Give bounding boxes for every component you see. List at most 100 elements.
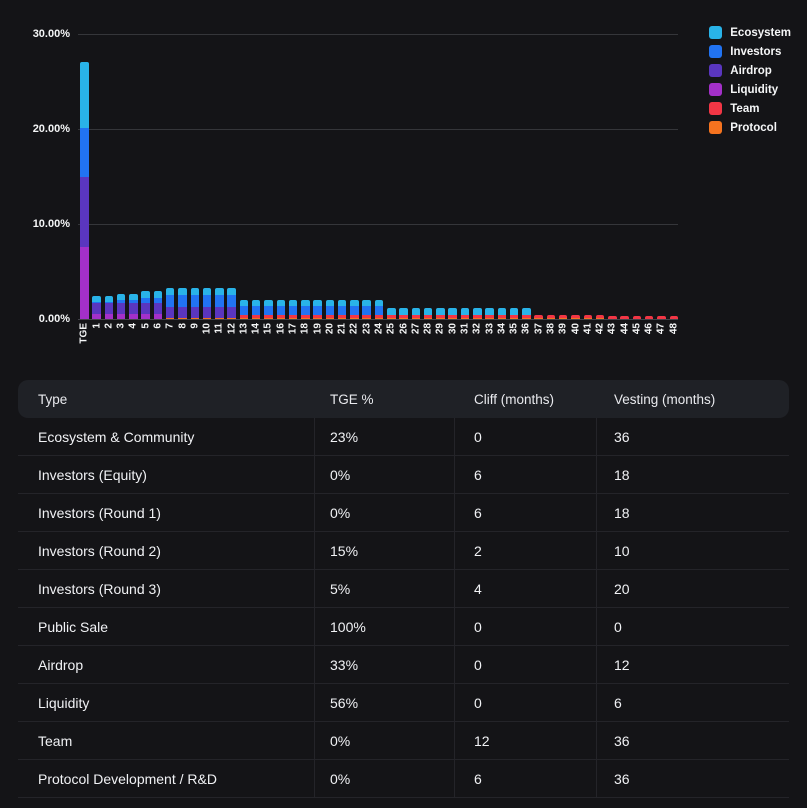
x-tick-label: 4 bbox=[129, 322, 138, 378]
bar-16[interactable] bbox=[277, 300, 286, 319]
bar-14[interactable] bbox=[252, 300, 261, 319]
bar-segment-liquidity bbox=[129, 314, 138, 319]
table-row: Investors (Round 2)15%210 bbox=[18, 532, 789, 570]
x-tick-label: 24 bbox=[375, 322, 384, 378]
x-tick-label: 47 bbox=[657, 322, 666, 378]
legend-swatch-icon bbox=[709, 83, 722, 96]
bar-segment-ecosystem bbox=[227, 288, 236, 295]
bar-3[interactable] bbox=[117, 294, 126, 319]
bar-segment-protocol bbox=[436, 318, 445, 319]
bar-17[interactable] bbox=[289, 300, 298, 319]
value-cell: 0 bbox=[597, 608, 789, 645]
bar-segment-airdrop bbox=[203, 307, 212, 318]
bar-28[interactable] bbox=[424, 308, 433, 319]
x-tick-label: 27 bbox=[412, 322, 421, 378]
table-header-row: TypeTGE %Cliff (months)Vesting (months) bbox=[18, 380, 789, 418]
bar-19[interactable] bbox=[313, 300, 322, 319]
bar-36[interactable] bbox=[522, 308, 531, 319]
bar-5[interactable] bbox=[141, 291, 150, 319]
bar-25[interactable] bbox=[387, 308, 396, 319]
bar-46[interactable] bbox=[645, 316, 654, 319]
bar-45[interactable] bbox=[633, 316, 642, 319]
bar-9[interactable] bbox=[191, 288, 200, 319]
bar-38[interactable] bbox=[547, 315, 556, 319]
bar-8[interactable] bbox=[178, 288, 187, 319]
bar-segment-ecosystem bbox=[375, 300, 384, 307]
bar-26[interactable] bbox=[399, 308, 408, 319]
x-tick-label: TGE bbox=[80, 322, 89, 378]
table-row: Protocol Development / R&D0%636 bbox=[18, 760, 789, 798]
bar-27[interactable] bbox=[412, 308, 421, 319]
value-cell: 0% bbox=[315, 494, 455, 531]
bar-4[interactable] bbox=[129, 294, 138, 319]
bar-segment-protocol bbox=[473, 318, 482, 319]
x-tick-label: 41 bbox=[584, 322, 593, 378]
bar-6[interactable] bbox=[154, 291, 163, 319]
value-cell: 100% bbox=[315, 608, 455, 645]
bar-12[interactable] bbox=[227, 288, 236, 319]
bar-1[interactable] bbox=[92, 296, 101, 319]
bar-18[interactable] bbox=[301, 300, 310, 319]
legend-item-airdrop[interactable]: Airdrop bbox=[709, 64, 791, 77]
bar-segment-ecosystem bbox=[191, 288, 200, 295]
bar-30[interactable] bbox=[448, 308, 457, 319]
bar-32[interactable] bbox=[473, 308, 482, 319]
bar-40[interactable] bbox=[571, 315, 580, 319]
bar-segment-airdrop bbox=[129, 303, 138, 314]
vesting-table: TypeTGE %Cliff (months)Vesting (months) … bbox=[18, 380, 789, 798]
bar-35[interactable] bbox=[510, 308, 519, 319]
bar-segment-investors bbox=[191, 295, 200, 307]
value-cell: 6 bbox=[455, 456, 597, 493]
legend-item-liquidity[interactable]: Liquidity bbox=[709, 83, 791, 96]
bar-31[interactable] bbox=[461, 308, 470, 319]
bar-33[interactable] bbox=[485, 308, 494, 319]
bar-segment-protocol bbox=[313, 318, 322, 319]
x-tick-label: 30 bbox=[448, 322, 457, 378]
bar-segment-ecosystem bbox=[448, 308, 457, 315]
bar-segment-liquidity bbox=[141, 314, 150, 319]
bar-2[interactable] bbox=[105, 296, 114, 319]
bar-segment-airdrop bbox=[178, 307, 187, 318]
bar-segment-ecosystem bbox=[301, 300, 310, 307]
bar-43[interactable] bbox=[608, 316, 617, 319]
bar-44[interactable] bbox=[620, 316, 629, 319]
legend-item-protocol[interactable]: Protocol bbox=[709, 121, 791, 134]
bar-7[interactable] bbox=[166, 288, 175, 319]
bar-42[interactable] bbox=[596, 315, 605, 319]
bar-48[interactable] bbox=[670, 316, 679, 319]
bar-segment-airdrop bbox=[117, 303, 126, 314]
bar-37[interactable] bbox=[534, 315, 543, 319]
bar-13[interactable] bbox=[240, 300, 249, 319]
bar-15[interactable] bbox=[264, 300, 273, 319]
bar-segment-ecosystem bbox=[141, 291, 150, 298]
x-tick-label: 10 bbox=[203, 322, 212, 378]
legend-item-investors[interactable]: Investors bbox=[709, 45, 791, 58]
bar-11[interactable] bbox=[215, 288, 224, 319]
bar-segment-investors bbox=[80, 128, 89, 176]
allocation-type-cell: Airdrop bbox=[18, 646, 315, 683]
bar-41[interactable] bbox=[584, 315, 593, 319]
bar-23[interactable] bbox=[362, 300, 371, 319]
bar-segment-ecosystem bbox=[215, 288, 224, 295]
bar-segment-investors bbox=[289, 306, 298, 315]
x-tick-label: 46 bbox=[645, 322, 654, 378]
legend-item-team[interactable]: Team bbox=[709, 102, 791, 115]
x-tick-label: 20 bbox=[326, 322, 335, 378]
bar-34[interactable] bbox=[498, 308, 507, 319]
bar-47[interactable] bbox=[657, 316, 666, 319]
bar-21[interactable] bbox=[338, 300, 347, 319]
x-tick-label: 8 bbox=[178, 322, 187, 378]
x-tick-label: 48 bbox=[670, 322, 679, 378]
bar-10[interactable] bbox=[203, 288, 212, 319]
bar-39[interactable] bbox=[559, 315, 568, 319]
bar-29[interactable] bbox=[436, 308, 445, 319]
bar-segment-protocol bbox=[387, 318, 396, 319]
bar-segment-ecosystem bbox=[326, 300, 335, 307]
bar-20[interactable] bbox=[326, 300, 335, 319]
bar-22[interactable] bbox=[350, 300, 359, 319]
bar-segment-ecosystem bbox=[289, 300, 298, 307]
bar-segment-protocol bbox=[485, 318, 494, 319]
bar-24[interactable] bbox=[375, 300, 384, 319]
bar-TGE[interactable] bbox=[80, 62, 89, 319]
legend-item-ecosystem[interactable]: Ecosystem bbox=[709, 26, 791, 39]
